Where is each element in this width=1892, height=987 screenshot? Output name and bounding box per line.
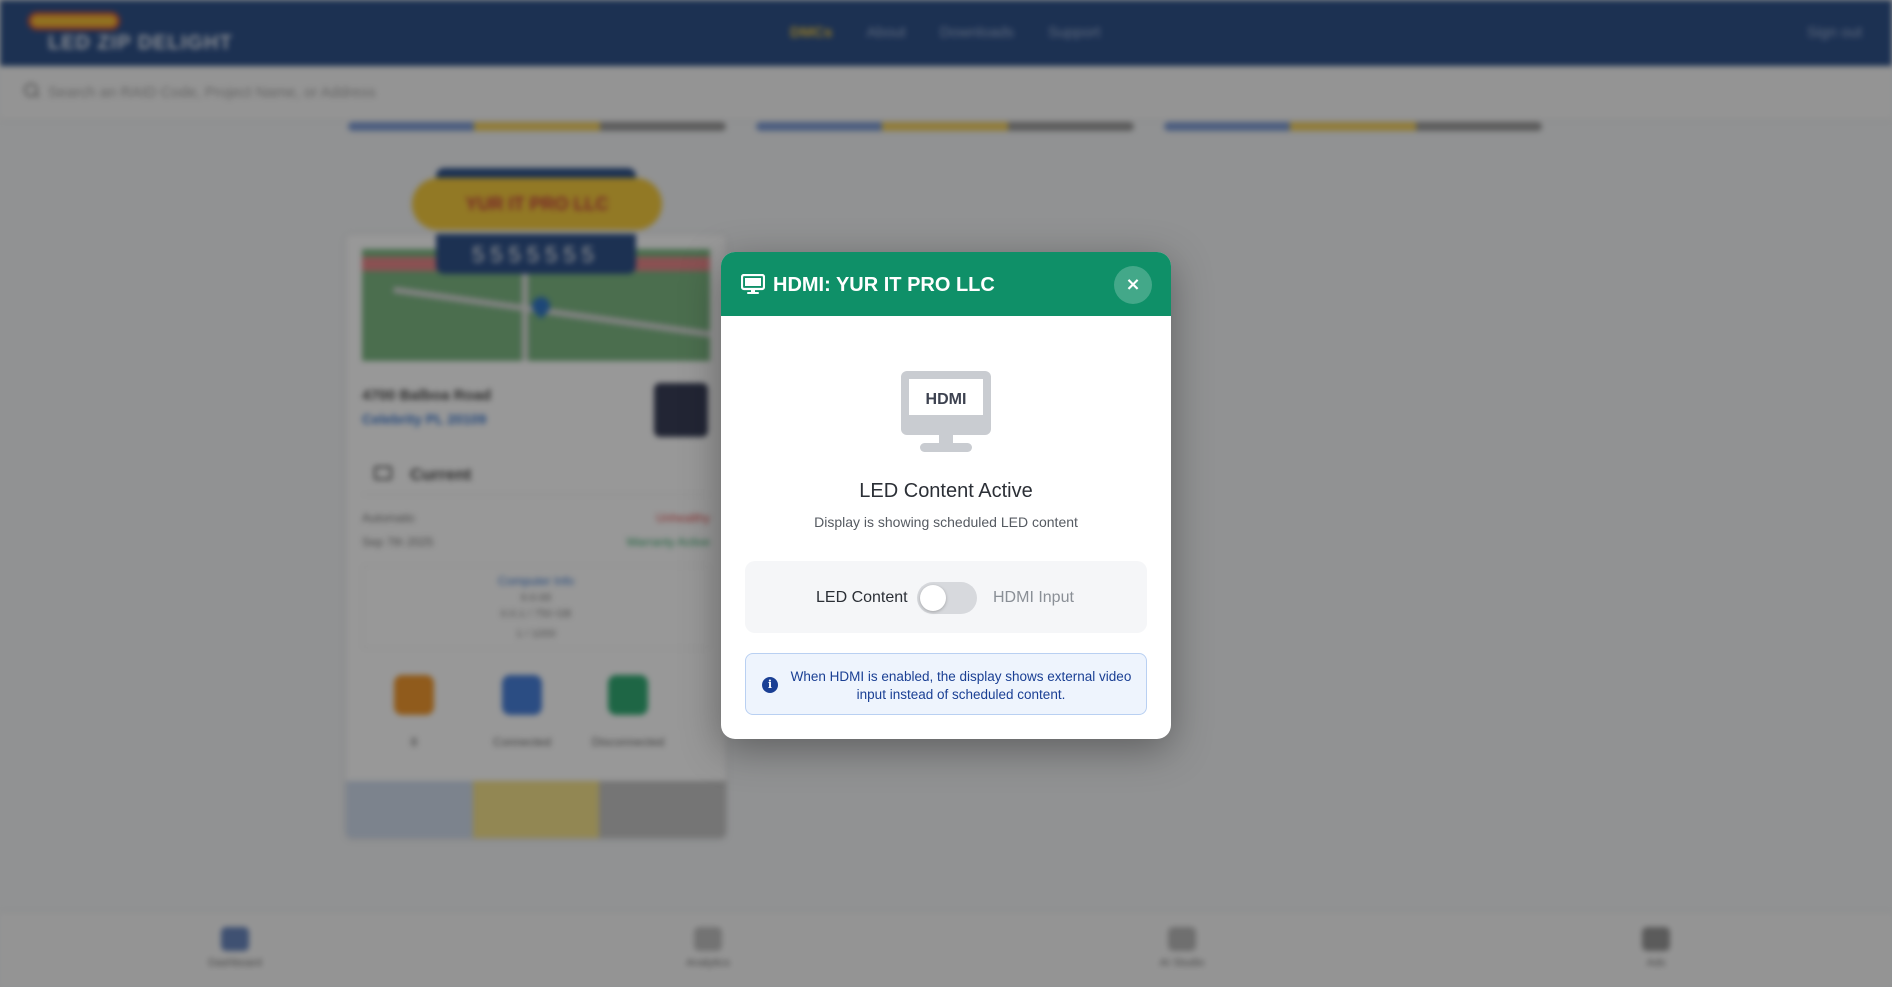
hdmi-modal: HDMI: YUR IT PRO LLC × HDMI LED Content … bbox=[721, 252, 1171, 739]
info-icon: i bbox=[762, 677, 778, 693]
modal-header: HDMI: YUR IT PRO LLC × bbox=[721, 252, 1171, 316]
hdmi-monitor-icon: HDMI bbox=[901, 371, 991, 452]
content-toggle-panel: LED Content HDMI Input bbox=[745, 561, 1147, 633]
info-text: When HDMI is enabled, the display shows … bbox=[790, 669, 1132, 702]
monitor-icon bbox=[741, 274, 765, 294]
status-title: LED Content Active bbox=[859, 480, 1033, 502]
hdmi-icon-label: HDMI bbox=[926, 391, 967, 408]
close-button[interactable]: × bbox=[1114, 266, 1152, 304]
modal-title: HDMI: YUR IT PRO LLC bbox=[773, 274, 995, 296]
led-content-label: LED Content bbox=[816, 589, 908, 606]
status-subtitle: Display is showing scheduled LED content bbox=[814, 514, 1078, 530]
hdmi-toggle-switch[interactable] bbox=[917, 582, 977, 614]
info-notice: i When HDMI is enabled, the display show… bbox=[745, 653, 1147, 715]
toggle-knob bbox=[920, 585, 946, 611]
hdmi-input-label: HDMI Input bbox=[993, 589, 1074, 606]
